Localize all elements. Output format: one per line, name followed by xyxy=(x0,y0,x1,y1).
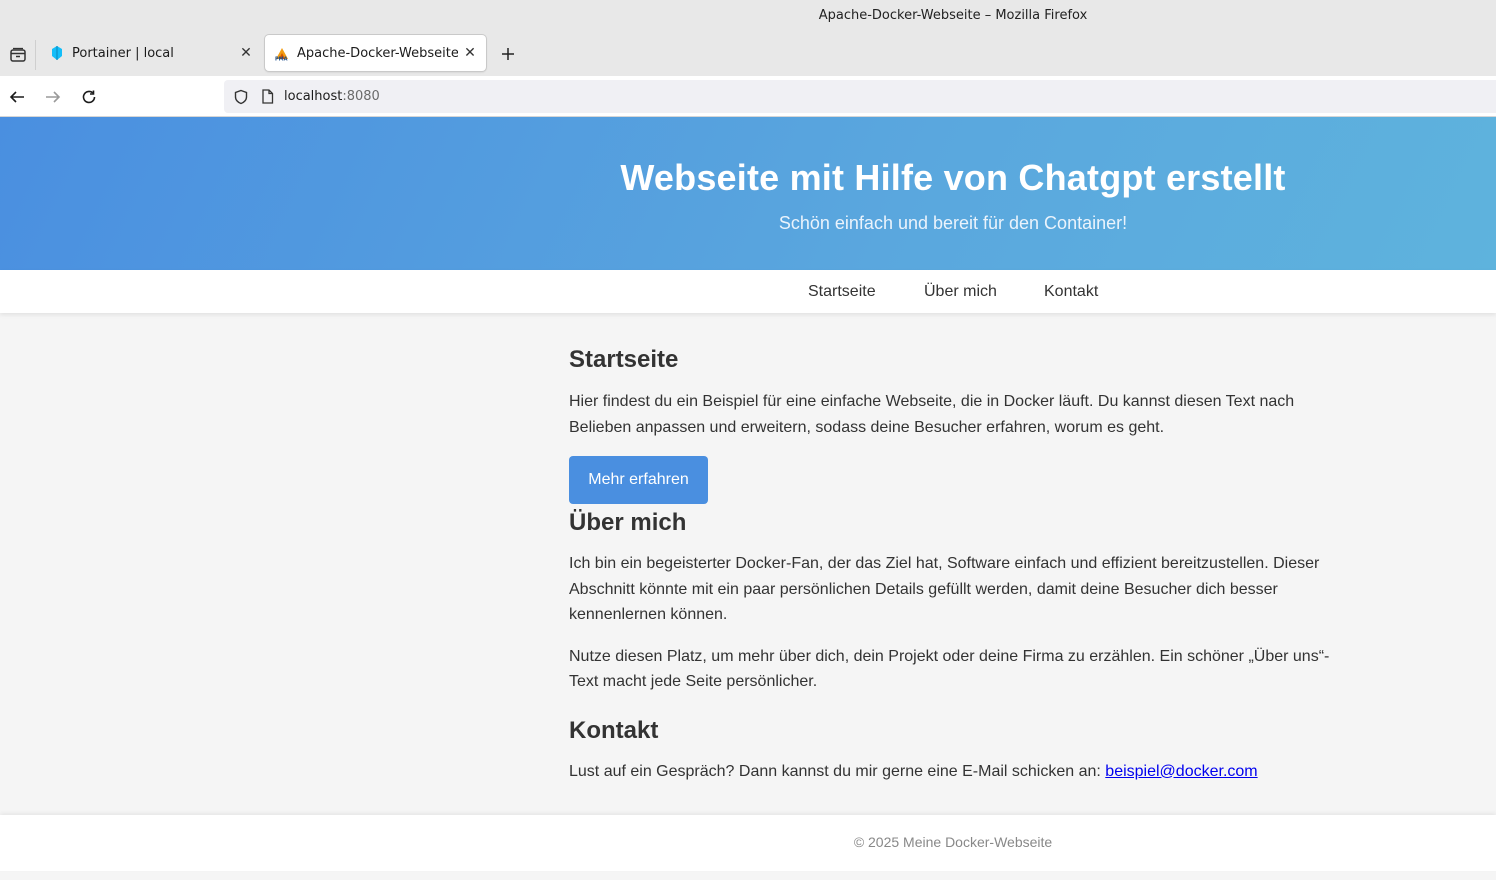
tab-overview-icon xyxy=(9,47,26,62)
back-button[interactable] xyxy=(4,84,30,110)
site-title: Webseite mit Hilfe von Chatgpt erstellt xyxy=(620,157,1286,198)
section-text: Lust auf ein Gespräch? Dann kannst du mi… xyxy=(569,759,1339,785)
tab-portainer[interactable]: Portainer | local ✕ xyxy=(40,35,262,71)
email-link[interactable]: beispiel@docker.com xyxy=(1105,763,1257,780)
forward-button[interactable] xyxy=(40,84,66,110)
section-kontakt: Kontakt Lust auf ein Gespräch? Dann kann… xyxy=(569,717,1339,785)
contact-text: Lust auf ein Gespräch? Dann kannst du mi… xyxy=(569,762,1106,780)
pma-icon: PMA xyxy=(274,45,290,61)
site-footer: © 2025 Meine Docker-Webseite xyxy=(0,815,1496,871)
section-heading: Über mich xyxy=(569,509,687,536)
main-content: Startseite Hier findest du ein Beispiel … xyxy=(569,346,1339,784)
section-startseite: Startseite Hier findest du ein Beispiel … xyxy=(569,346,1339,504)
navigation-toolbar: localhost:8080 xyxy=(0,76,1496,117)
web-page: Webseite mit Hilfe von Chatgpt erstellt … xyxy=(0,117,1496,880)
window-titlebar: Apache-Docker-Webseite – Mozilla Firefox xyxy=(0,0,1496,34)
new-tab-button[interactable] xyxy=(496,42,520,66)
section-heading: Startseite xyxy=(569,346,679,373)
address-bar[interactable]: localhost:8080 xyxy=(224,80,1496,113)
tab-label: Apache-Docker-Webseite xyxy=(297,45,458,61)
nav-link-startseite[interactable]: Startseite xyxy=(808,283,876,301)
site-subtitle: Schön einfach und bereit für den Contain… xyxy=(778,213,1128,233)
section-text: Hier findest du ein Beispiel für eine ei… xyxy=(569,393,1295,436)
hero-header: Webseite mit Hilfe von Chatgpt erstellt … xyxy=(0,117,1496,270)
tab-label: Portainer | local xyxy=(72,45,174,61)
section-heading: Kontakt xyxy=(569,716,659,744)
page-icon xyxy=(259,89,275,105)
url-text[interactable]: localhost:8080 xyxy=(284,89,380,104)
arrow-left-icon xyxy=(9,91,24,103)
section-ueber-mich: Über mich Ich bin ein begeisterter Docke… xyxy=(569,509,1339,695)
url-port: :8080 xyxy=(342,89,380,104)
section-text: Ich bin ein begeisterter Docker-Fan, der… xyxy=(569,555,1320,623)
close-tab-icon[interactable]: ✕ xyxy=(458,41,482,65)
tab-strip: Portainer | local ✕ PMA Apache-Docker-We… xyxy=(0,34,1496,76)
more-info-button[interactable]: Mehr erfahren xyxy=(569,456,708,504)
url-host: localhost xyxy=(284,89,343,104)
footer-text: © 2025 Meine Docker-Webseite xyxy=(853,834,1053,850)
site-nav: Startseite Über mich Kontakt xyxy=(0,270,1496,313)
shield-icon[interactable] xyxy=(232,88,250,106)
close-tab-icon[interactable]: ✕ xyxy=(234,41,258,65)
reload-button[interactable] xyxy=(76,84,102,110)
window-title: Apache-Docker-Webseite – Mozilla Firefox xyxy=(818,8,1088,23)
svg-text:PMA: PMA xyxy=(275,57,288,62)
tab-apache-docker[interactable]: PMA Apache-Docker-Webseite ✕ xyxy=(265,35,486,71)
plus-icon xyxy=(502,48,514,60)
portainer-icon xyxy=(49,45,65,61)
reload-icon xyxy=(82,90,96,104)
section-text: Nutze diesen Platz, um mehr über dich, d… xyxy=(569,647,1330,691)
tab-overview-button[interactable] xyxy=(0,40,36,70)
arrow-right-icon xyxy=(46,91,61,103)
nav-link-ueber-mich[interactable]: Über mich xyxy=(924,283,997,301)
nav-link-kontakt[interactable]: Kontakt xyxy=(1044,283,1098,301)
